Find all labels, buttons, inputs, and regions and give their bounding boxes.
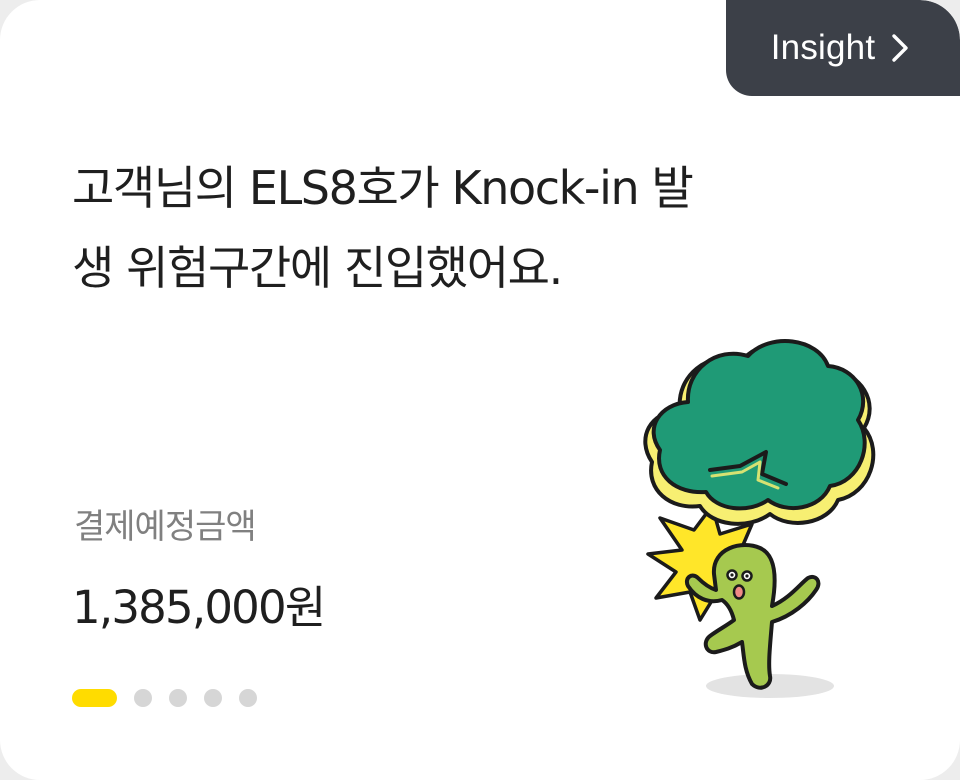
- character-mouth: [732, 584, 746, 600]
- insight-card[interactable]: Insight 고객님의 ELS8호가 Knock-in 발 생 위험구간에 진…: [0, 0, 960, 780]
- pagination-dot-3[interactable]: [169, 689, 187, 707]
- tree-crown: [651, 339, 867, 511]
- payment-amount-value: 1,385,000원: [72, 581, 326, 634]
- pagination-dot-2[interactable]: [134, 689, 152, 707]
- pagination-dot-1[interactable]: [72, 689, 117, 707]
- pagination-dots[interactable]: [72, 689, 257, 707]
- character-hit-by-tree-illustration: [643, 339, 876, 698]
- insight-button-label: Insight: [770, 28, 876, 67]
- chevron-right-icon: [892, 34, 908, 62]
- headline: 고객님의 ELS8호가 Knock-in 발 생 위험구간에 진입했어요.: [72, 148, 892, 308]
- payment-amount-label: 결제예정금액: [74, 507, 257, 547]
- insight-button[interactable]: Insight: [726, 0, 960, 96]
- headline-line-2: 생 위험구간에 진입했어요.: [72, 241, 563, 295]
- headline-line-1: 고객님의 ELS8호가 Knock-in 발: [72, 161, 694, 215]
- pagination-dot-5[interactable]: [239, 689, 257, 707]
- pagination-dot-4[interactable]: [204, 689, 222, 707]
